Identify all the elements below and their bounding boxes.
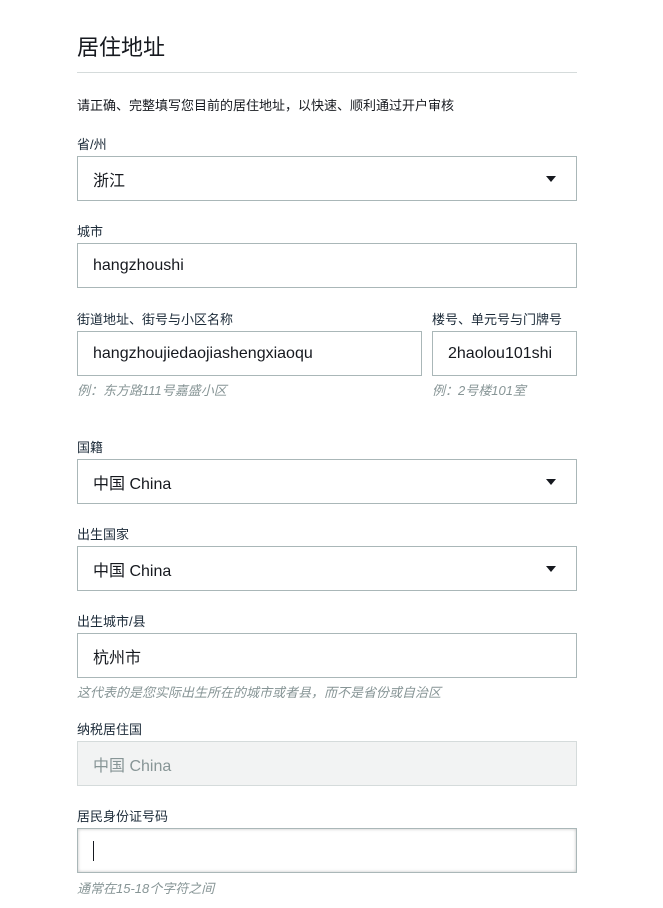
unit-value: 2haolou101shi	[448, 344, 553, 362]
id-number-input[interactable]	[77, 828, 577, 873]
city-input[interactable]: hangzhoushi	[77, 243, 577, 288]
section-title: 居住地址	[77, 35, 166, 60]
unit-hint: 例：2号楼101室	[432, 383, 526, 398]
unit-input[interactable]: 2haolou101shi	[432, 331, 577, 376]
birth-city-label: 出生城市/县	[77, 614, 146, 629]
street-hint: 例：东方路111号嘉盛小区	[77, 383, 227, 398]
chevron-down-icon	[546, 566, 556, 572]
unit-label: 楼号、单元号与门牌号	[432, 312, 563, 327]
street-label: 街道地址、街号与小区名称	[77, 312, 234, 327]
birth-country-select[interactable]: 中国 China	[77, 546, 577, 591]
street-value: hangzhoujiedaojiashengxiaoqu	[93, 344, 313, 362]
birth-country-label: 出生国家	[77, 527, 130, 542]
street-input[interactable]: hangzhoujiedaojiashengxiaoqu	[77, 331, 422, 376]
nationality-select[interactable]: 中国 China	[77, 459, 577, 504]
tax-country-input: 中国 China	[77, 741, 577, 786]
city-label: 城市	[77, 224, 104, 239]
id-number-label: 居民身份证号码	[77, 809, 169, 824]
chevron-down-icon	[546, 176, 556, 182]
birth-city-value: 杭州市	[93, 649, 142, 667]
divider	[77, 72, 577, 73]
nationality-label: 国籍	[77, 440, 104, 455]
chevron-down-icon	[546, 479, 556, 485]
province-label: 省/州	[77, 137, 107, 152]
province-value: 浙江	[93, 172, 126, 190]
birth-city-input[interactable]: 杭州市	[77, 633, 577, 678]
tax-country-value: 中国 China	[93, 757, 172, 775]
intro-text: 请正确、完整填写您目前的居住地址，以快速、顺利通过开户审核	[77, 98, 455, 113]
birth-country-value: 中国 China	[93, 562, 172, 580]
birth-city-hint: 这代表的是您实际出生所在的城市或者县，而不是省份或自治区	[77, 685, 442, 700]
province-select[interactable]: 浙江	[77, 156, 577, 201]
nationality-value: 中国 China	[93, 475, 172, 493]
text-cursor	[93, 840, 94, 861]
id-number-hint: 通常在15-18个字符之间	[77, 881, 215, 896]
tax-country-label: 纳税居住国	[77, 722, 143, 737]
city-value: hangzhoushi	[93, 256, 184, 274]
